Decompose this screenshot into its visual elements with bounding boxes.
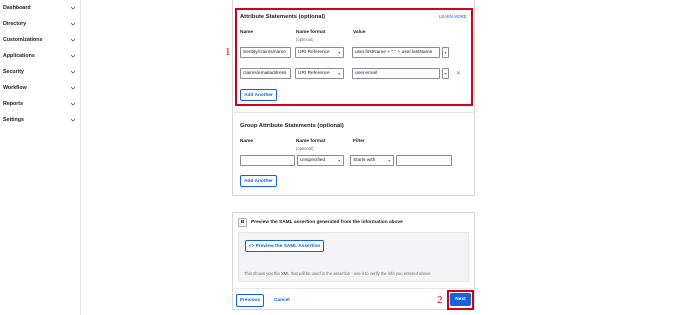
remove-row-icon[interactable]: ✕ (456, 70, 461, 77)
chevron-down-icon (70, 6, 76, 10)
sidebar: Dashboard Directory Customizations Appli… (0, 0, 81, 315)
sidebar-item-workflow[interactable]: Workflow (3, 82, 77, 94)
sidebar-item-label: Customizations (3, 37, 43, 43)
preview-title: Preview the SAML assertion generated fro… (251, 220, 403, 225)
attribute-format-select[interactable]: URI Reference ▼ (295, 47, 344, 58)
group-filter-value-input[interactable] (396, 155, 452, 166)
sidebar-item-settings[interactable]: Settings (3, 114, 77, 126)
sidebar-item-label: Security (3, 69, 24, 75)
attribute-name-input[interactable]: Sentity/claims/name (240, 47, 291, 58)
column-header-name-format: Name format (296, 30, 326, 35)
sidebar-item-label: Applications (3, 53, 35, 59)
annotation-number-two: 2 (437, 294, 443, 306)
column-subheader-optional: (optional) (296, 146, 314, 151)
column-header-name: Name (240, 30, 254, 35)
chevron-down-icon (70, 118, 76, 122)
value-options-button[interactable]: ▼ (442, 47, 449, 58)
attribute-value-input[interactable]: user.firstName + " " + user.lastName (352, 47, 440, 58)
sidebar-item-label: Directory (3, 21, 27, 27)
sidebar-item-label: Workflow (3, 85, 27, 91)
attribute-format-select[interactable]: URI Reference ▼ (295, 68, 344, 79)
sidebar-item-label: Dashboard (3, 5, 31, 11)
next-button[interactable]: Next (450, 293, 471, 306)
sidebar-item-applications[interactable]: Applications (3, 50, 77, 62)
step-badge: B (238, 218, 247, 227)
attribute-name-input[interactable]: claims/emailaddress (240, 68, 291, 79)
chevron-down-icon (70, 102, 76, 106)
caret-down-icon: ▼ (387, 158, 391, 163)
group-filter-type-select[interactable]: Starts with ▼ (350, 155, 394, 166)
annotation-number-one: 1 (225, 46, 231, 58)
group-name-input[interactable] (240, 155, 295, 166)
group-format-select[interactable]: Unspecified ▼ (297, 155, 344, 166)
sidebar-item-dashboard[interactable]: Dashboard (3, 2, 77, 14)
preview-saml-assertion-button[interactable]: <> Preview the SAML Assertion (245, 240, 324, 252)
value-options-button[interactable]: ▼ (442, 68, 449, 79)
caret-down-icon: ▼ (443, 50, 448, 55)
attribute-value-input[interactable]: user.email (352, 68, 440, 79)
column-header-filter: Filter (353, 139, 365, 144)
sidebar-item-customizations[interactable]: Customizations (3, 34, 77, 46)
section-divider (232, 112, 475, 113)
caret-down-icon: ▼ (337, 158, 341, 163)
caret-down-icon: ▼ (337, 71, 341, 76)
chevron-down-icon (70, 70, 76, 74)
column-subheader-optional: (optional) (296, 37, 314, 42)
column-header-name: Name (240, 139, 254, 144)
column-header-value: Value (353, 30, 366, 35)
chevron-down-icon (70, 38, 76, 42)
learn-more-link[interactable]: LEARN MORE (439, 14, 467, 19)
sidebar-item-security[interactable]: Security (3, 66, 77, 78)
chevron-down-icon (70, 22, 76, 26)
sidebar-item-label: Settings (3, 117, 24, 123)
add-another-group-button[interactable]: Add Another (240, 175, 277, 187)
select-value: Starts with (353, 158, 376, 163)
select-value: URI Reference (298, 50, 330, 55)
preview-note: This shows you the XML that will be used… (244, 271, 431, 276)
previous-button[interactable]: Previous (236, 294, 264, 307)
chevron-down-icon (70, 86, 76, 90)
sidebar-item-label: Reports (3, 101, 24, 107)
select-value: URI Reference (298, 71, 330, 76)
add-another-attribute-button[interactable]: Add Another (240, 89, 277, 101)
sidebar-item-reports[interactable]: Reports (3, 98, 77, 110)
chevron-down-icon (70, 54, 76, 58)
select-value: Unspecified (300, 158, 326, 163)
attribute-statements-title: Attribute Statements (optional) (240, 14, 326, 20)
group-attribute-statements-title: Group Attribute Statements (optional) (240, 123, 344, 129)
column-header-name-format: Name format (296, 139, 326, 144)
sidebar-item-directory[interactable]: Directory (3, 18, 77, 30)
caret-down-icon: ▼ (443, 71, 448, 76)
caret-down-icon: ▼ (337, 50, 341, 55)
footer-divider (232, 288, 475, 289)
cancel-button[interactable]: Cancel (274, 298, 290, 303)
